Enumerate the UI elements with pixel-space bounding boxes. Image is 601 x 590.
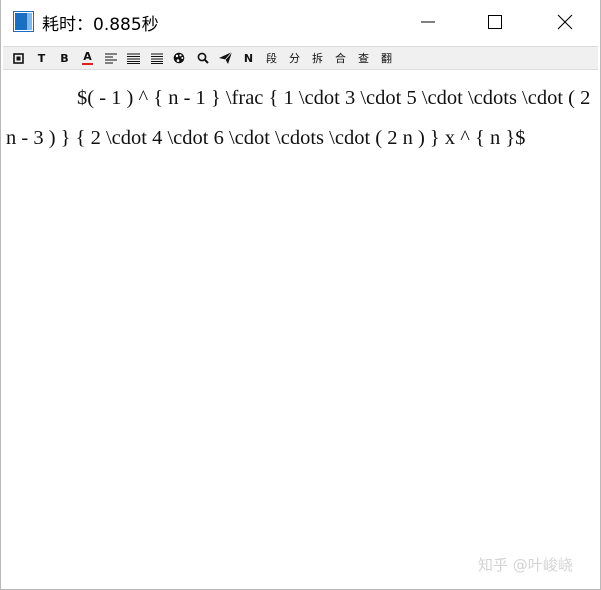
merge-button[interactable]: 合 xyxy=(329,47,352,69)
break-button[interactable]: 拆 xyxy=(306,47,329,69)
title-bar[interactable]: 耗时：0.885秒 xyxy=(1,0,600,44)
box-icon xyxy=(13,52,24,64)
align-justify-icon xyxy=(150,53,163,64)
app-icon xyxy=(13,11,34,32)
font-color-letter: A xyxy=(83,49,92,63)
segment-label: 段 xyxy=(266,52,277,65)
close-button[interactable] xyxy=(542,0,588,44)
text-icon: T xyxy=(37,51,46,65)
merge-label: 合 xyxy=(335,52,346,65)
lookup-button[interactable]: 查 xyxy=(352,47,375,69)
split-label: 分 xyxy=(289,52,300,65)
send-icon xyxy=(219,52,232,64)
close-icon xyxy=(557,14,573,30)
send-button[interactable] xyxy=(214,47,237,69)
bold-icon: B xyxy=(60,51,69,65)
lookup-label: 查 xyxy=(358,52,369,65)
font-color-underline xyxy=(82,62,93,65)
align-left-icon xyxy=(104,53,117,63)
minimize-icon xyxy=(421,21,435,23)
result-text-area[interactable]: $( - 1 ) ^ { n - 1 } \frac { 1 \cdot 3 \… xyxy=(6,78,598,158)
window-title: 耗时：0.885秒 xyxy=(42,15,159,35)
search-button[interactable] xyxy=(191,47,214,69)
split-button[interactable]: 分 xyxy=(283,47,306,69)
translate-label: 翻 xyxy=(381,52,392,65)
bold-button[interactable]: B xyxy=(53,47,76,69)
maximize-icon xyxy=(488,15,502,29)
minimize-button[interactable] xyxy=(405,0,451,44)
align-center-icon xyxy=(127,53,140,64)
watermark: 知乎 @叶峻峣 xyxy=(478,556,573,574)
toolbar: T B A N 段 分 拆 合 查 翻 xyxy=(3,46,598,70)
palette-button[interactable] xyxy=(168,47,191,69)
n-icon: N xyxy=(243,51,254,65)
maximize-button[interactable] xyxy=(472,0,518,44)
align-left-button[interactable] xyxy=(99,47,122,69)
font-color-icon: A xyxy=(82,49,93,65)
font-color-button[interactable]: A xyxy=(76,47,99,69)
break-label: 拆 xyxy=(312,52,323,65)
translate-button[interactable]: 翻 xyxy=(375,47,398,69)
text-button[interactable]: T xyxy=(30,47,53,69)
palette-icon xyxy=(173,52,185,64)
search-icon xyxy=(197,52,209,64)
align-justify-button[interactable] xyxy=(145,47,168,69)
app-window: 耗时：0.885秒 T B A N 段 分 拆 合 查 翻 $(- 1) ^… xyxy=(0,0,601,590)
box-button[interactable] xyxy=(7,47,30,69)
align-center-button[interactable] xyxy=(122,47,145,69)
n-button[interactable]: N xyxy=(237,47,260,69)
segment-button[interactable]: 段 xyxy=(260,47,283,69)
